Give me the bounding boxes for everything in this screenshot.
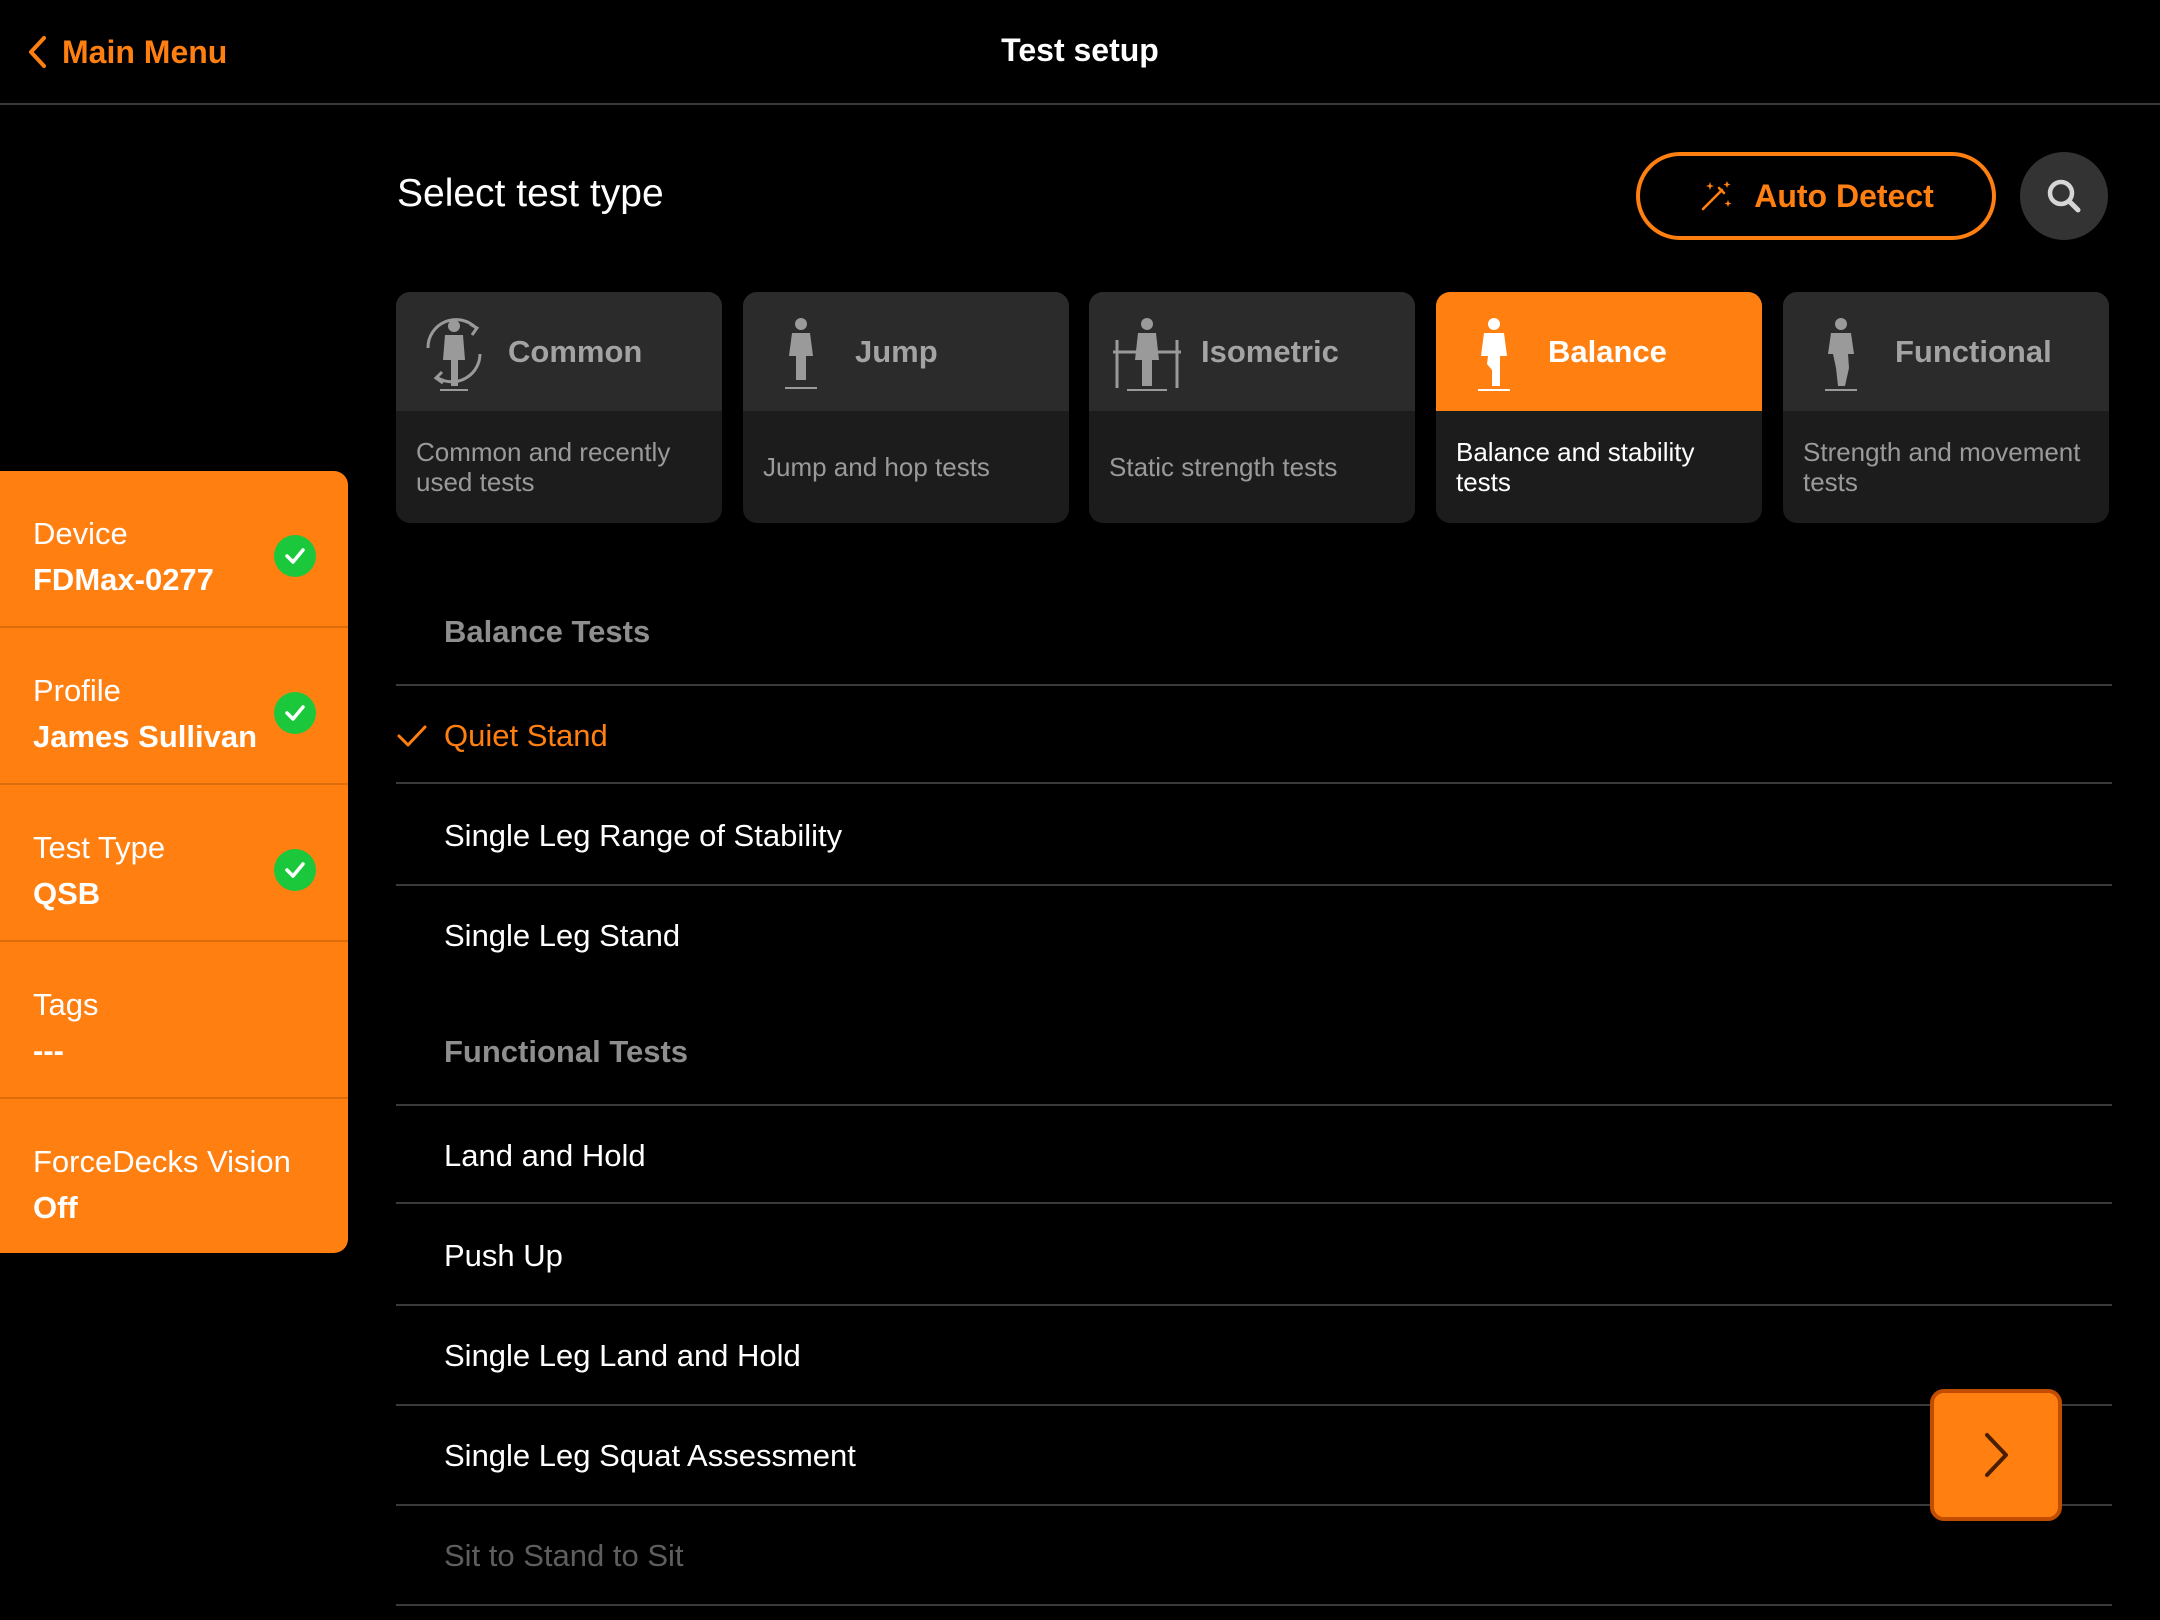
checkmark-icon (397, 725, 427, 747)
test-row-single-leg-range-of-stability[interactable]: Single Leg Range of Stability (396, 786, 2112, 886)
status-label: Tags (33, 987, 99, 1022)
category-header: Jump (743, 292, 1069, 411)
test-name: Sit to Stand to Sit (444, 1538, 684, 1573)
chevron-right-icon (1985, 1433, 2008, 1477)
category-card-balance[interactable]: Balance Balance and stability tests (1436, 292, 1762, 523)
category-card-jump[interactable]: Jump Jump and hop tests (743, 292, 1069, 523)
test-name: Land and Hold (444, 1138, 646, 1173)
status-item-tags[interactable]: Tags --- (0, 942, 348, 1099)
test-name: Single Leg Range of Stability (444, 818, 843, 853)
category-card-isometric[interactable]: Isometric Static strength tests (1089, 292, 1415, 523)
category-card-common[interactable]: Common Common and recently used tests (396, 292, 722, 523)
category-description: Balance and stability tests (1456, 436, 1695, 497)
test-row-single-leg-squat-assessment[interactable]: Single Leg Squat Assessment (396, 1406, 2112, 1506)
category-header: Isometric (1089, 292, 1415, 411)
isometric-figure-icon (1113, 317, 1181, 391)
status-item-profile[interactable]: Profile James Sullivan (0, 628, 348, 785)
status-label: ForceDecks Vision (33, 1144, 291, 1179)
category-name: Balance (1548, 333, 1667, 369)
test-name: Single Leg Land and Hold (444, 1338, 801, 1373)
test-name: Quiet Stand (444, 718, 608, 753)
group-title-balance-tests: Balance Tests (444, 614, 651, 649)
category-name: Jump (855, 333, 938, 369)
select-test-type-heading: Select test type (397, 172, 664, 215)
check-circle-icon (274, 849, 316, 891)
test-row-push-up[interactable]: Push Up (396, 1206, 2112, 1306)
category-name: Isometric (1201, 333, 1339, 369)
test-name: Single Leg Squat Assessment (444, 1438, 856, 1473)
test-row-sit-to-stand-to-sit[interactable]: Sit to Stand to Sit (396, 1506, 2112, 1606)
category-name: Functional (1895, 333, 2052, 369)
search-icon (2047, 179, 2081, 213)
search-button[interactable] (2020, 152, 2108, 240)
category-description: Strength and movement tests (1803, 436, 2081, 497)
test-row-single-leg-land-and-hold[interactable]: Single Leg Land and Hold (396, 1306, 2112, 1406)
balance-figure-icon (1478, 317, 1510, 391)
category-header: Common (396, 292, 722, 411)
test-row-land-and-hold[interactable]: Land and Hold (396, 1104, 2112, 1204)
status-value: --- (33, 1033, 64, 1069)
category-name: Common (508, 333, 643, 369)
auto-detect-label: Auto Detect (1754, 177, 1934, 214)
next-button[interactable] (1930, 1389, 2062, 1521)
test-name: Push Up (444, 1238, 563, 1273)
test-name: Single Leg Stand (444, 918, 681, 953)
rotate-figure-icon (426, 317, 482, 391)
category-header: Balance (1436, 292, 1762, 411)
auto-detect-button[interactable]: Auto Detect (1636, 152, 1996, 240)
jump-figure-icon (785, 317, 817, 389)
check-circle-icon (274, 535, 316, 577)
group-title-functional-tests: Functional Tests (444, 1034, 689, 1069)
setup-status-panel: Device FDMax-0277 Profile James Sullivan… (0, 471, 348, 1253)
test-row-single-leg-stand[interactable]: Single Leg Stand (396, 886, 2112, 986)
check-circle-icon (274, 692, 316, 734)
top-bar: Main Menu Test setup (0, 0, 2160, 105)
status-value: Off (33, 1190, 78, 1226)
functional-figure-icon (1825, 317, 1857, 391)
page-title: Test setup (1001, 32, 1159, 68)
category-card-functional[interactable]: Functional Strength and movement tests (1783, 292, 2109, 523)
category-description: Jump and hop tests (763, 451, 990, 482)
category-description: Common and recently used tests (416, 436, 671, 497)
status-item-test-type[interactable]: Test Type QSB (0, 785, 348, 942)
magic-wand-icon (1701, 181, 1732, 211)
status-item-forcedecks-vision[interactable]: ForceDecks Vision Off (0, 1099, 348, 1253)
category-description: Static strength tests (1109, 451, 1338, 482)
category-header: Functional (1783, 292, 2109, 411)
test-row-quiet-stand[interactable]: Quiet Stand (396, 684, 2112, 784)
status-item-device[interactable]: Device FDMax-0277 (0, 471, 348, 628)
